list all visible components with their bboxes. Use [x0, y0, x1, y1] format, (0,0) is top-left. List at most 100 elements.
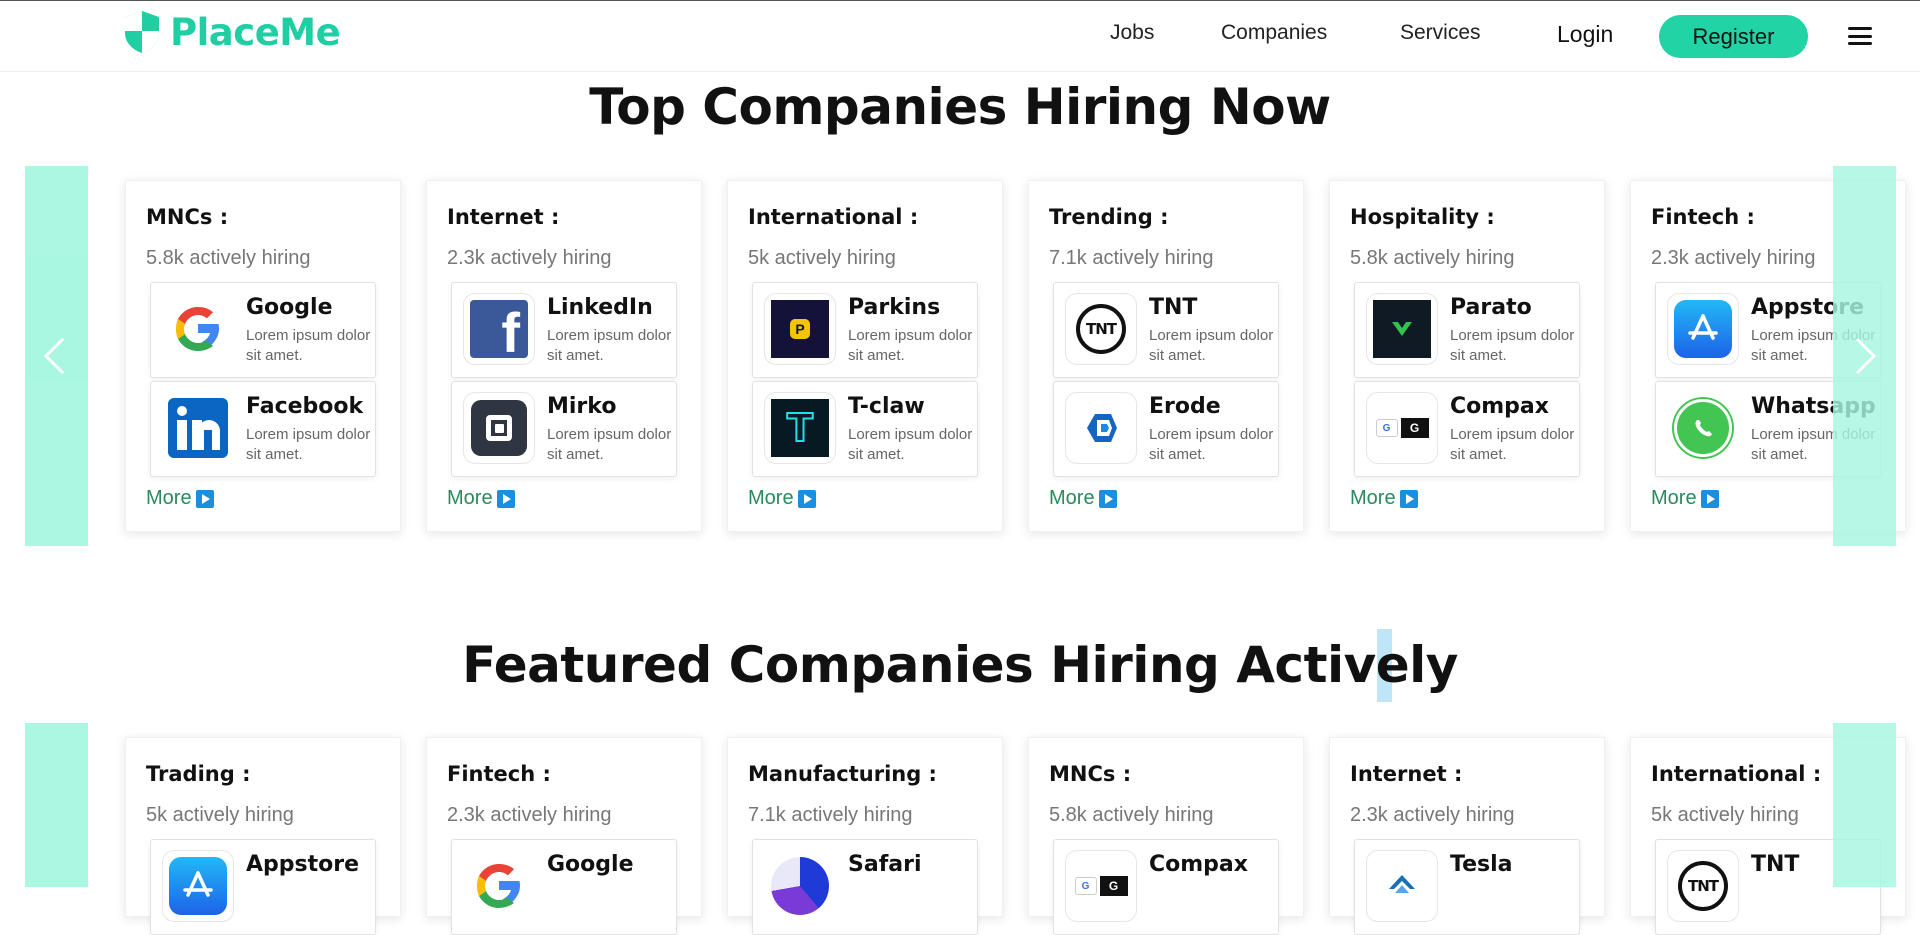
- tnt-logo-icon: TNT: [1065, 293, 1137, 365]
- company-item[interactable]: P Parkins Lorem ipsum dolor sit amet.: [752, 282, 978, 378]
- more-label: More: [748, 487, 794, 509]
- nav-companies[interactable]: Companies: [1221, 21, 1327, 45]
- company-name: Erode: [1149, 394, 1221, 419]
- google-logo-icon: [463, 850, 535, 922]
- category-card: MNCs : 5.8k actively hiring Google Lorem…: [125, 180, 401, 532]
- category-title: International :: [748, 205, 919, 229]
- top-companies-carousel: MNCs : 5.8k actively hiring Google Lorem…: [0, 166, 1920, 546]
- whatsapp-logo-icon: [1667, 392, 1739, 464]
- brand-name: PlaceMe: [170, 10, 341, 54]
- category-title: Trading :: [146, 762, 251, 786]
- company-item[interactable]: Google: [451, 839, 677, 935]
- hiring-count: 2.3k actively hiring: [447, 804, 612, 826]
- play-icon: [195, 489, 214, 508]
- hiring-count: 2.3k actively hiring: [1651, 247, 1816, 269]
- nav-services[interactable]: Services: [1400, 21, 1481, 45]
- tnt-logo-icon: TNT: [1667, 850, 1739, 922]
- company-item[interactable]: Mirko Lorem ipsum dolor sit amet.: [451, 381, 677, 477]
- play-icon: [1700, 489, 1719, 508]
- company-description: Lorem ipsum dolor sit amet.: [246, 426, 371, 463]
- hiring-count: 2.3k actively hiring: [1350, 804, 1515, 826]
- parkins-logo-icon: P: [764, 293, 836, 365]
- play-icon: [1098, 489, 1117, 508]
- more-label: More: [447, 487, 493, 509]
- brand-logo[interactable]: PlaceMe: [122, 9, 341, 55]
- company-name: TNT: [1149, 295, 1198, 320]
- company-name: Tesla: [1450, 852, 1513, 877]
- category-title: Fintech :: [1651, 205, 1755, 229]
- company-name: Appstore: [246, 852, 360, 877]
- more-link[interactable]: More: [1651, 487, 1719, 510]
- carousel-next-button[interactable]: [1833, 723, 1896, 887]
- more-link[interactable]: More: [447, 487, 515, 510]
- google-logo-icon: [162, 293, 234, 365]
- company-item[interactable]: TNT TNT Lorem ipsum dolor sit amet.: [1053, 282, 1279, 378]
- company-name: Parkins: [848, 295, 941, 320]
- square-logo-icon: [463, 392, 535, 464]
- company-name: T-claw: [848, 394, 925, 419]
- more-link[interactable]: More: [1049, 487, 1117, 510]
- login-link[interactable]: Login: [1557, 21, 1613, 48]
- company-item[interactable]: Appstore: [150, 839, 376, 935]
- category-card: Hospitality : 5.8k actively hiring Parat…: [1329, 180, 1605, 532]
- appstore-logo-icon: [1667, 293, 1739, 365]
- company-name: Google: [547, 852, 634, 877]
- company-item[interactable]: Facebook Lorem ipsum dolor sit amet.: [150, 381, 376, 477]
- category-title: Internet :: [1350, 762, 1463, 786]
- company-name: Mirko: [547, 394, 617, 419]
- company-description: Lorem ipsum dolor sit amet.: [547, 426, 672, 463]
- company-item[interactable]: Tesla: [1354, 839, 1580, 935]
- carousel-prev-button[interactable]: [25, 723, 88, 887]
- hiring-count: 5k actively hiring: [146, 804, 294, 826]
- company-item[interactable]: T T-claw Lorem ipsum dolor sit amet.: [752, 381, 978, 477]
- category-card: Trading : 5k actively hiring Appstore: [125, 737, 401, 935]
- company-item[interactable]: Parato Lorem ipsum dolor sit amet.: [1354, 282, 1580, 378]
- safari-logo-icon: [764, 850, 836, 922]
- company-description: Lorem ipsum dolor sit amet.: [1450, 426, 1575, 463]
- category-title: MNCs :: [1049, 762, 1132, 786]
- company-description: Lorem ipsum dolor sit amet.: [1450, 327, 1575, 364]
- company-item[interactable]: Safari: [752, 839, 978, 935]
- category-card: MNCs : 5.8k actively hiring G G Compax: [1028, 737, 1304, 935]
- more-label: More: [1049, 487, 1095, 509]
- linkedin-logo-icon: [162, 392, 234, 464]
- erode-logo-icon: [1065, 392, 1137, 464]
- facebook-logo-icon: f: [463, 293, 535, 365]
- carousel-next-button[interactable]: [1833, 166, 1896, 546]
- category-title: International :: [1651, 762, 1822, 786]
- company-description: Lorem ipsum dolor sit amet.: [1149, 426, 1274, 463]
- company-item[interactable]: Erode Lorem ipsum dolor sit amet.: [1053, 381, 1279, 477]
- more-label: More: [146, 487, 192, 509]
- category-title: Fintech :: [447, 762, 551, 786]
- company-name: Safari: [848, 852, 922, 877]
- hiring-count: 2.3k actively hiring: [447, 247, 612, 269]
- category-card: Fintech : 2.3k actively hiring Google: [426, 737, 702, 935]
- company-item[interactable]: f LinkedIn Lorem ipsum dolor sit amet.: [451, 282, 677, 378]
- play-icon: [1399, 489, 1418, 508]
- more-link[interactable]: More: [748, 487, 816, 510]
- category-title: Trending :: [1049, 205, 1169, 229]
- company-name: TNT: [1751, 852, 1800, 877]
- category-card: International : 5k actively hiring P Par…: [727, 180, 1003, 532]
- company-item[interactable]: G G Compax: [1053, 839, 1279, 935]
- hiring-count: 5k actively hiring: [1651, 804, 1799, 826]
- category-title: Hospitality :: [1350, 205, 1495, 229]
- company-description: Lorem ipsum dolor sit amet.: [246, 327, 371, 364]
- company-name: LinkedIn: [547, 295, 653, 320]
- nav-jobs[interactable]: Jobs: [1110, 21, 1154, 45]
- more-label: More: [1350, 487, 1396, 509]
- carousel-prev-button[interactable]: [25, 166, 88, 546]
- company-item[interactable]: Google Lorem ipsum dolor sit amet.: [150, 282, 376, 378]
- featured-companies-carousel: Trading : 5k actively hiring Appstore Fi…: [0, 723, 1920, 935]
- register-button[interactable]: Register: [1659, 15, 1808, 58]
- tesla-logo-icon: [1366, 850, 1438, 922]
- more-link[interactable]: More: [146, 487, 214, 510]
- more-link[interactable]: More: [1350, 487, 1418, 510]
- chevron-left-icon: [41, 336, 67, 376]
- section-title-top-companies: Top Companies Hiring Now: [589, 78, 1331, 136]
- tclaw-logo-icon: T: [764, 392, 836, 464]
- company-item[interactable]: G G Compax Lorem ipsum dolor sit amet.: [1354, 381, 1580, 477]
- category-card: Manufacturing : 7.1k actively hiring Saf…: [727, 737, 1003, 935]
- hiring-count: 5.8k actively hiring: [1049, 804, 1214, 826]
- hamburger-icon[interactable]: [1848, 27, 1872, 45]
